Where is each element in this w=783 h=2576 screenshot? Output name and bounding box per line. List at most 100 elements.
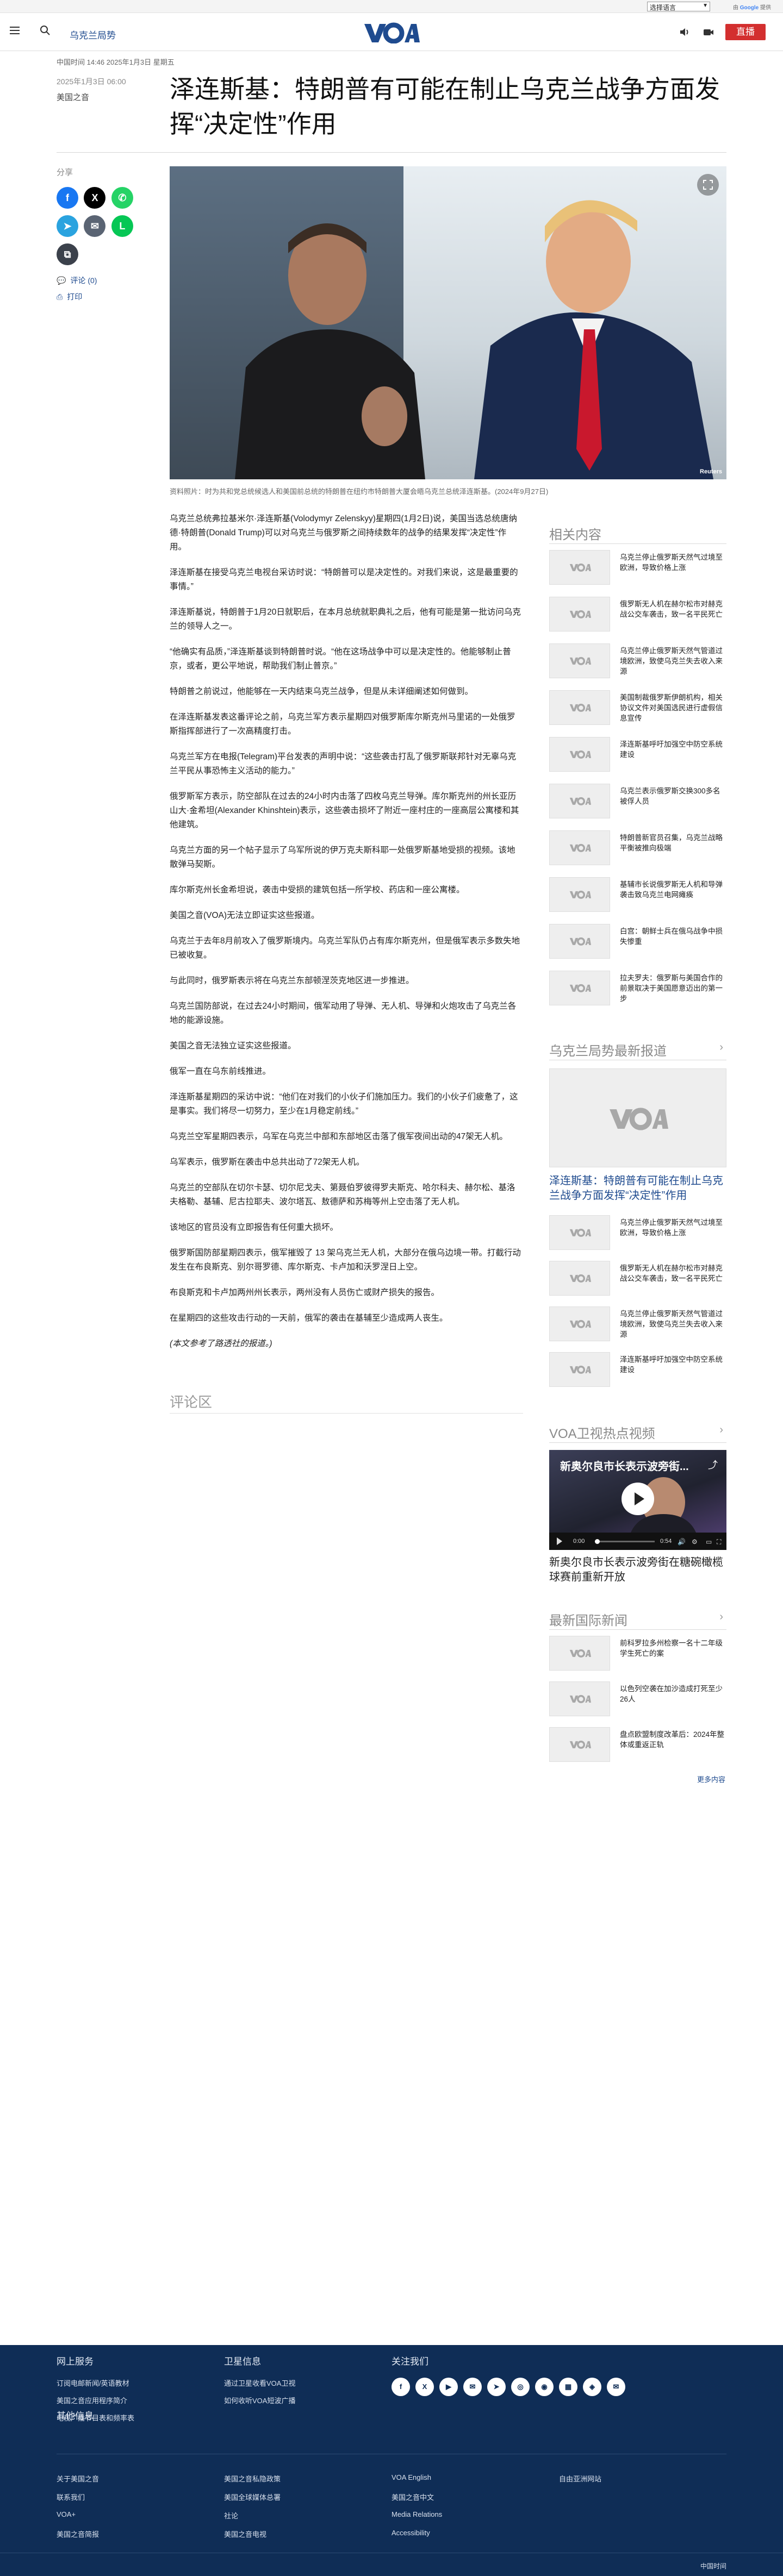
section-link[interactable]: 乌克兰局势 (70, 28, 116, 41)
list-item-title[interactable]: 美国制裁俄罗斯伊朗机构，相关协议文件对美国选民进行虚假信息宣传 (620, 690, 726, 723)
email-icon[interactable]: ✉ (84, 215, 106, 237)
social-icon[interactable]: ▦ (559, 2378, 577, 2396)
article-paragraph: 俄罗斯国防部星期四表示，俄军摧毁了 13 架乌克兰无人机，大部分在俄乌边境一带。… (170, 1248, 521, 1272)
list-item[interactable]: 白宫：朝鲜士兵在俄乌战争中损失惨重 (549, 924, 726, 959)
list-item-title[interactable]: 拉夫罗夫：俄罗斯与美国合作的前景取决于美国愿意迈出的第一步 (620, 971, 726, 1004)
list-item-title[interactable]: 乌克兰停止俄罗斯天然气过境至欧洲，导致价格上涨 (620, 1215, 726, 1238)
menu-icon[interactable] (10, 27, 20, 36)
social-icon[interactable]: ◈ (583, 2378, 601, 2396)
list-item[interactable]: 美国制裁俄罗斯伊朗机构，相关协议文件对美国选民进行虚假信息宣传 (549, 690, 726, 725)
footer-link[interactable]: 美国之音简报 (57, 2529, 99, 2539)
list-item-title[interactable]: 白宫：朝鲜士兵在俄乌战争中损失惨重 (620, 924, 726, 947)
social-icon[interactable]: X (415, 2378, 434, 2396)
list-item[interactable]: 泽连斯基呼吁加强空中防空系统建设 (549, 1352, 726, 1387)
list-item-title[interactable]: 乌克兰停止俄罗斯天然气管道过境欧洲，致使乌克兰失去收入来源 (620, 643, 726, 677)
comments-link[interactable]: 💬 评论 (0) (57, 275, 97, 286)
footer-link[interactable]: VOA+ (57, 2510, 76, 2518)
list-item[interactable]: 前科罗拉多州检察一名十二年级学生死亡的案 (549, 1636, 726, 1671)
list-item-title[interactable]: 俄罗斯无人机在赫尔松市对赫克战公交车袭击，致一名平民死亡 (620, 597, 726, 620)
pip-icon[interactable]: ▭ (706, 1538, 712, 1546)
list-item-title[interactable]: 乌克兰表示俄罗斯交换300多名被俘人员 (620, 784, 726, 806)
video-heading[interactable]: VOA卫视热点视频 › (549, 1423, 726, 1442)
list-item-title[interactable]: 乌克兰停止俄罗斯天然气管道过境欧洲，致使乌克兰失去收入来源 (620, 1306, 726, 1340)
social-icon[interactable]: ◎ (511, 2378, 530, 2396)
list-item-title[interactable]: 盘点欧盟制度改革后：2024年整体或重返正轨 (620, 1727, 726, 1750)
footer-link[interactable]: 社论 (224, 2510, 238, 2521)
footer-link[interactable]: 关于美国之音 (57, 2473, 99, 2484)
footer-link[interactable]: 美国之音私隐政策 (224, 2473, 281, 2484)
footer-link[interactable]: Media Relations (391, 2510, 442, 2518)
list-item[interactable]: 基辅市长说俄罗斯无人机和导弹袭击致乌克兰电网瘫痪 (549, 877, 726, 912)
list-item[interactable]: 俄罗斯无人机在赫尔松市对赫克战公交车袭击，致一名平民死亡 (549, 1261, 726, 1296)
video-progress-bar[interactable] (595, 1539, 655, 1544)
copy-link-icon[interactable]: ⧉ (57, 243, 78, 265)
footer-link[interactable]: 通过卫星收看VOA卫视 (224, 2378, 295, 2388)
list-item-title[interactable]: 泽连斯基呼吁加强空中防空系统建设 (620, 1352, 726, 1375)
featured-thumbnail[interactable] (549, 1068, 726, 1167)
live-button[interactable]: 直播 (725, 24, 766, 40)
list-item[interactable]: 俄罗斯无人机在赫尔松市对赫克战公交车袭击，致一名平民死亡 (549, 597, 726, 632)
footer-link[interactable]: 订阅电邮新闻/英语教材 (57, 2378, 129, 2388)
footer-link[interactable]: 美国之音中文 (391, 2492, 434, 2502)
list-item[interactable]: 乌克兰停止俄罗斯天然气管道过境欧洲，致使乌克兰失去收入来源 (549, 643, 726, 678)
print-link[interactable]: ⎙ 打印 (57, 291, 82, 302)
footer-link[interactable]: 联系我们 (57, 2492, 85, 2502)
featured-title[interactable]: 泽连斯基：特朗普有可能在制止乌克兰战争方面发挥“决定性”作用 (549, 1174, 726, 1203)
video-caption[interactable]: 新奥尔良市长表示波旁街在糖碗橄榄球赛前重新开放 (549, 1555, 726, 1585)
latest-heading[interactable]: 乌克兰局势最新报道 › (549, 1040, 726, 1059)
footer-link[interactable]: 自由亚洲网站 (559, 2473, 601, 2484)
facebook-icon[interactable]: f (57, 187, 78, 209)
list-item[interactable]: 特朗普新官员召集，乌克兰战略平衡被推向极端 (549, 830, 726, 865)
language-select[interactable]: 选择语言 ▼ (647, 2, 710, 11)
intl-heading[interactable]: 最新国际新闻 › (549, 1610, 726, 1629)
audio-icon[interactable] (679, 26, 691, 38)
list-item-title[interactable]: 泽连斯基呼吁加强空中防空系统建设 (620, 737, 726, 760)
list-item-title[interactable]: 特朗普新官员召集，乌克兰战略平衡被推向极端 (620, 830, 726, 853)
social-icon[interactable]: ✉ (607, 2378, 625, 2396)
telegram-icon[interactable]: ➤ (57, 215, 78, 237)
list-item-title[interactable]: 俄罗斯无人机在赫尔松市对赫克战公交车袭击，致一名平民死亡 (620, 1261, 726, 1284)
footer-link[interactable]: 美国之音应用程序简介 (57, 2395, 127, 2405)
voa-placeholder-icon (569, 937, 591, 946)
settings-icon[interactable]: ⚙ (692, 1538, 698, 1546)
list-item[interactable]: 乌克兰停止俄罗斯天然气过境至欧洲，导致价格上涨 (549, 1215, 726, 1250)
play-icon[interactable] (557, 1537, 562, 1545)
list-item[interactable]: 盘点欧盟制度改革后：2024年整体或重返正轨 (549, 1727, 726, 1762)
footer-link[interactable]: 美国全球媒体总署 (224, 2492, 281, 2502)
voa-logo[interactable] (363, 22, 420, 43)
list-item-title[interactable]: 基辅市长说俄罗斯无人机和导弹袭击致乌克兰电网瘫痪 (620, 877, 726, 900)
footer-link[interactable]: 美国之音电视 (224, 2529, 266, 2539)
footer-link[interactable]: VOA English (391, 2473, 431, 2481)
social-icon[interactable]: f (391, 2378, 410, 2396)
social-icon[interactable]: ◉ (535, 2378, 554, 2396)
list-item-title[interactable]: 乌克兰停止俄罗斯天然气过境至欧洲，导致价格上涨 (620, 550, 726, 573)
expand-icon[interactable] (697, 174, 719, 196)
search-icon[interactable] (39, 24, 51, 36)
social-icon[interactable]: ▶ (439, 2378, 458, 2396)
article-paragraph: 乌克兰于去年8月前攻入了俄罗斯境内。乌克兰军队仍占有库尔斯克州，但是俄军表示多数… (170, 936, 520, 960)
list-item[interactable]: 泽连斯基呼吁加强空中防空系统建设 (549, 737, 726, 772)
list-item-title[interactable]: 前科罗拉多州检察一名十二年级学生死亡的案 (620, 1636, 726, 1659)
footer-link[interactable]: Accessibility (391, 2529, 430, 2537)
list-item[interactable]: 以色列空袭在加沙造成打死至少26人 (549, 1681, 726, 1716)
share-icon[interactable]: ⤴ (708, 1458, 718, 1472)
fullscreen-icon[interactable]: ⛶ (717, 1538, 721, 1546)
social-icon[interactable]: ➤ (487, 2378, 506, 2396)
volume-icon[interactable]: 🔊 (678, 1538, 686, 1546)
footer-link[interactable]: 如何收听VOA短波广播 (224, 2395, 295, 2405)
more-link[interactable]: 更多内容 (697, 1774, 725, 1784)
list-item[interactable]: 乌克兰停止俄罗斯天然气管道过境欧洲，致使乌克兰失去收入来源 (549, 1306, 726, 1341)
play-button[interactable] (622, 1483, 654, 1515)
line-icon[interactable]: L (111, 215, 133, 237)
video-icon[interactable] (703, 26, 714, 38)
video-player[interactable]: 新奥尔良市长表示波旁街... ⤴ 0:00 0:54 🔊 ⚙ ▭ ⛶ (549, 1450, 726, 1550)
author-byline[interactable]: 美国之音 (57, 91, 89, 103)
progress-handle[interactable] (595, 1539, 600, 1544)
whatsapp-icon[interactable]: ✆ (111, 187, 133, 209)
x-icon[interactable]: X (84, 187, 106, 209)
list-item-title[interactable]: 以色列空袭在加沙造成打死至少26人 (620, 1681, 726, 1704)
list-item[interactable]: 拉夫罗夫：俄罗斯与美国合作的前景取决于美国愿意迈出的第一步 (549, 971, 726, 1005)
social-icon[interactable]: ✉ (463, 2378, 482, 2396)
list-item[interactable]: 乌克兰停止俄罗斯天然气过境至欧洲，导致价格上涨 (549, 550, 726, 585)
list-item[interactable]: 乌克兰表示俄罗斯交换300多名被俘人员 (549, 784, 726, 818)
